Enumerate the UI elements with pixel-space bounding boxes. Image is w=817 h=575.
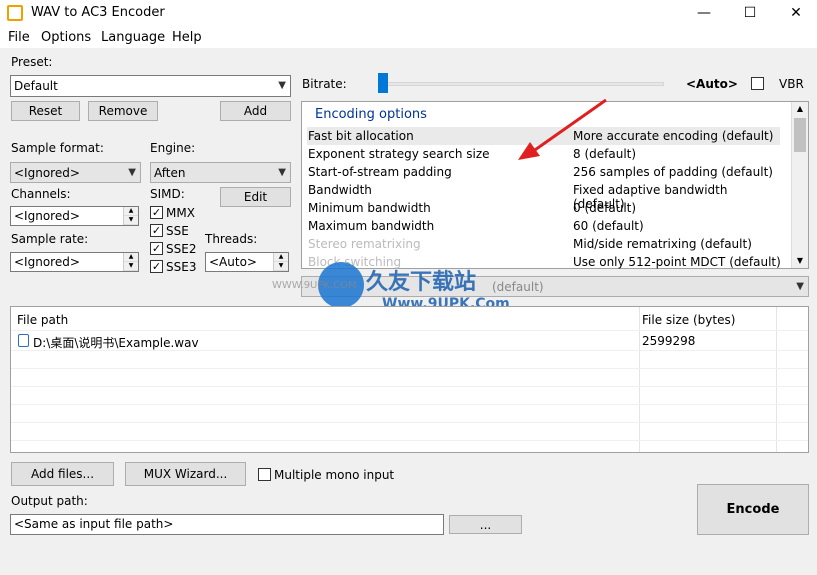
chevron-down-icon: ▼	[278, 167, 286, 178]
mmx-label: MMX	[166, 206, 195, 220]
sse2-label: SSE2	[166, 242, 197, 256]
vbr-checkbox[interactable]	[751, 77, 764, 90]
bitrate-value: <Auto>	[686, 77, 738, 91]
file-size-cell: 2599298	[642, 334, 696, 348]
simd-label: SIMD:	[150, 187, 185, 201]
chevron-down-icon: ▼	[796, 281, 804, 292]
preset-label: Preset:	[11, 55, 53, 69]
col-file-size[interactable]: File size (bytes)	[642, 313, 735, 327]
table-row[interactable]: D:\桌面\说明书\Example.wav 2599298	[15, 332, 805, 350]
bitrate-slider-track[interactable]	[378, 82, 664, 86]
scrollbar-thumb[interactable]	[794, 118, 806, 152]
sample-format-label: Sample format:	[11, 141, 104, 155]
bitrate-label: Bitrate:	[302, 77, 347, 91]
checkbox-mmx[interactable]: ✓	[150, 206, 163, 219]
multiple-mono-label: Multiple mono input	[274, 468, 395, 482]
checkbox-sse[interactable]: ✓	[150, 224, 163, 237]
sample-rate-spinner[interactable]: <Ignored> ▲ ▼	[10, 252, 139, 272]
window-title: WAV to AC3 Encoder	[31, 5, 165, 20]
channels-spinner[interactable]: <Ignored> ▲ ▼	[10, 206, 139, 226]
option-row[interactable]: Stereo rematrixing Mid/side rematrixing (…	[302, 235, 782, 253]
app-icon	[7, 5, 23, 21]
col-file-path[interactable]: File path	[17, 313, 68, 327]
spin-up-icon[interactable]: ▲	[124, 207, 138, 216]
file-list[interactable]: File path File size (bytes) D:\桌面\说明书\Ex…	[10, 306, 809, 453]
threads-spinner[interactable]: <Auto> ▲ ▼	[205, 252, 289, 272]
spin-down-icon[interactable]: ▼	[274, 262, 288, 271]
option-row[interactable]: Bandwidth Fixed adaptive bandwidth (defau…	[302, 181, 782, 211]
vbr-label: VBR	[779, 77, 804, 91]
spin-down-icon[interactable]: ▼	[124, 262, 138, 271]
output-path-input[interactable]: <Same as input file path>	[10, 514, 444, 535]
close-button[interactable]: ✕	[773, 0, 817, 28]
checkbox-sse3[interactable]: ✓	[150, 260, 163, 273]
sse3-label: SSE3	[166, 260, 197, 274]
chevron-down-icon: ▼	[128, 167, 136, 178]
minimize-button[interactable]: —	[681, 0, 727, 28]
spin-up-icon[interactable]: ▲	[124, 253, 138, 262]
chevron-down-icon: ▼	[278, 80, 286, 91]
watermark-url: WWW.9UPK.COM	[272, 280, 357, 291]
engine-label: Engine:	[150, 141, 196, 155]
spin-up-icon[interactable]: ▲	[274, 253, 288, 262]
sse-label: SSE	[166, 224, 189, 238]
mux-wizard-button[interactable]: MUX Wizard...	[125, 462, 246, 486]
annotation-arrow-icon	[518, 98, 607, 160]
scroll-up-icon[interactable]: ▲	[792, 102, 808, 116]
engine-select[interactable]: Aften ▼	[150, 162, 291, 183]
menu-language[interactable]: Language	[101, 30, 165, 45]
maximize-button[interactable]: ☐	[727, 0, 773, 28]
column-divider	[776, 307, 777, 452]
menu-file[interactable]: File	[8, 30, 30, 45]
audio-file-icon	[18, 334, 29, 347]
reset-button[interactable]: Reset	[11, 101, 80, 121]
menu-help[interactable]: Help	[172, 30, 202, 45]
channels-label: Channels:	[11, 187, 71, 201]
option-row[interactable]: Minimum bandwidth 0 (default)	[302, 199, 782, 217]
column-divider	[639, 307, 640, 452]
file-path-cell: D:\桌面\说明书\Example.wav	[33, 336, 199, 350]
browse-button[interactable]: ...	[449, 515, 522, 534]
watermark-site: 久友下载站	[366, 270, 477, 295]
spin-down-icon[interactable]: ▼	[124, 216, 138, 225]
menu-options[interactable]: Options	[41, 30, 91, 45]
bitrate-slider-thumb[interactable]	[378, 73, 388, 93]
encode-button[interactable]: Encode	[697, 484, 809, 535]
output-path-label: Output path:	[11, 494, 88, 508]
encoding-options-header: Encoding options	[315, 107, 427, 122]
add-preset-button[interactable]: Add	[220, 101, 291, 121]
checkbox-sse2[interactable]: ✓	[150, 242, 163, 255]
edit-engine-button[interactable]: Edit	[220, 187, 291, 207]
option-row[interactable]: Start-of-stream padding 256 samples of pa…	[302, 163, 782, 181]
add-files-button[interactable]: Add files...	[11, 462, 114, 486]
threads-label: Threads:	[205, 232, 258, 246]
sample-format-select[interactable]: <Ignored> ▼	[10, 162, 141, 183]
multiple-mono-checkbox[interactable]	[258, 468, 271, 481]
remove-button[interactable]: Remove	[88, 101, 158, 121]
option-row[interactable]: Maximum bandwidth 60 (default)	[302, 217, 782, 235]
options-scrollbar[interactable]: ▲ ▼	[791, 102, 808, 268]
sample-rate-label: Sample rate:	[11, 232, 89, 246]
preset-select[interactable]: Default ▼	[10, 75, 291, 97]
scroll-down-icon[interactable]: ▼	[792, 254, 808, 268]
